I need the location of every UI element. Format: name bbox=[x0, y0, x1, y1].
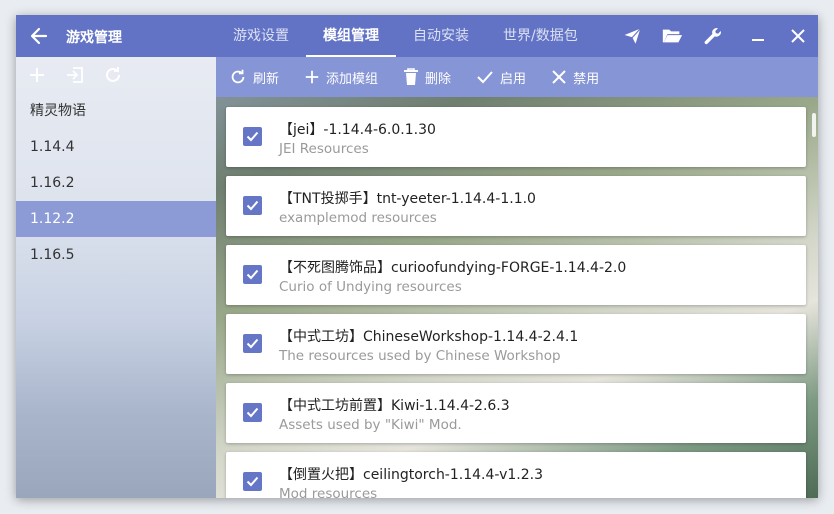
refresh-icon bbox=[106, 67, 120, 82]
mod-title: 【倒置火把】ceilingtorch-1.14.4-v1.2.3 bbox=[279, 467, 543, 483]
mod-item[interactable]: 【中式工坊】ChineseWorkshop-1.14.4-2.4.1 The r… bbox=[226, 314, 806, 374]
trash-icon bbox=[404, 68, 419, 85]
refresh-icon bbox=[231, 69, 245, 84]
mod-description: Curio of Undying resources bbox=[279, 279, 462, 295]
add-icon bbox=[305, 70, 319, 84]
add-mod-button[interactable]: 添加模组 bbox=[291, 57, 390, 97]
enable-label: 启用 bbox=[500, 71, 527, 87]
import-button[interactable] bbox=[64, 64, 86, 86]
mod-checkbox[interactable] bbox=[243, 127, 262, 146]
checkmark-icon bbox=[246, 131, 259, 142]
mod-panel: 刷新 添加模组 删除 启用 禁用 【jei】-1.14.4-6.0.1.30 J… bbox=[216, 57, 818, 498]
import-icon bbox=[67, 67, 83, 83]
sidebar-item-1-16-5[interactable]: 1.16.5 bbox=[16, 237, 216, 273]
x-icon bbox=[552, 70, 566, 84]
mod-title: 【不死图腾饰品】curioofundying-FORGE-1.14.4-2.0 bbox=[279, 260, 627, 276]
refresh-label: 刷新 bbox=[253, 71, 280, 87]
mod-checkbox[interactable] bbox=[243, 265, 262, 284]
minimize-button[interactable] bbox=[744, 22, 772, 50]
mod-item[interactable]: 【TNT投掷手】tnt-yeeter-1.14.4-1.1.0 examplem… bbox=[226, 176, 806, 236]
sidebar-toolbar bbox=[16, 57, 216, 93]
disable-label: 禁用 bbox=[573, 71, 600, 87]
mod-item[interactable]: 【中式工坊前置】Kiwi-1.14.4-2.6.3 Assets used by… bbox=[226, 383, 806, 443]
back-button[interactable] bbox=[26, 23, 52, 49]
tab-bar: 游戏设置 模组管理 自动安装 世界/数据包 bbox=[216, 15, 595, 57]
checkmark-icon bbox=[246, 338, 259, 349]
mod-title: 【jei】-1.14.4-6.0.1.30 bbox=[279, 122, 436, 138]
mod-toolbar: 刷新 添加模组 删除 启用 禁用 bbox=[216, 57, 818, 97]
add-icon bbox=[30, 68, 44, 82]
disable-button[interactable]: 禁用 bbox=[538, 57, 611, 97]
sidebar-item-1-16-2[interactable]: 1.16.2 bbox=[16, 165, 216, 201]
app-title: 游戏管理 bbox=[66, 30, 122, 46]
mod-checkbox[interactable] bbox=[243, 196, 262, 215]
mod-title: 【中式工坊前置】Kiwi-1.14.4-2.6.3 bbox=[279, 398, 510, 414]
mod-title: 【中式工坊】ChineseWorkshop-1.14.4-2.4.1 bbox=[279, 329, 579, 345]
close-button[interactable] bbox=[784, 22, 812, 50]
enable-button[interactable]: 启用 bbox=[463, 57, 538, 97]
launcher-window: 游戏管理 游戏设置 模组管理 自动安装 世界/数据包 精灵物语 1.14.4 1… bbox=[16, 15, 818, 498]
mod-item[interactable]: 【不死图腾饰品】curioofundying-FORGE-1.14.4-2.0 … bbox=[226, 245, 806, 305]
mod-checkbox[interactable] bbox=[243, 472, 262, 491]
checkmark-icon bbox=[477, 71, 493, 84]
folder-icon bbox=[662, 29, 683, 43]
paper-plane-button[interactable] bbox=[618, 22, 646, 50]
mod-description: The resources used by Chinese Workshop bbox=[279, 348, 561, 364]
open-folder-button[interactable] bbox=[658, 22, 686, 50]
checkmark-icon bbox=[246, 407, 259, 418]
refresh-button[interactable]: 刷新 bbox=[216, 57, 291, 97]
checkmark-icon bbox=[246, 200, 259, 211]
tab-game-settings[interactable]: 游戏设置 bbox=[216, 15, 306, 57]
tab-worlds-datapacks[interactable]: 世界/数据包 bbox=[486, 15, 595, 57]
delete-button[interactable]: 删除 bbox=[390, 57, 463, 97]
add-mod-label: 添加模组 bbox=[326, 71, 379, 87]
settings-wrench-button[interactable] bbox=[699, 22, 727, 50]
tab-auto-install[interactable]: 自动安装 bbox=[396, 15, 486, 57]
sidebar-item-1-14-4[interactable]: 1.14.4 bbox=[16, 129, 216, 165]
scrollbar-thumb[interactable] bbox=[812, 113, 816, 137]
arrow-left-icon bbox=[30, 27, 48, 45]
minimize-icon bbox=[752, 39, 764, 41]
paper-plane-icon bbox=[622, 27, 642, 46]
mod-description: JEI Resources bbox=[279, 141, 369, 157]
refresh-list-button[interactable] bbox=[102, 64, 124, 86]
wrench-icon bbox=[704, 28, 721, 45]
mod-item[interactable]: 【jei】-1.14.4-6.0.1.30 JEI Resources bbox=[226, 107, 806, 167]
mod-list: 【jei】-1.14.4-6.0.1.30 JEI Resources 【TNT… bbox=[226, 107, 806, 498]
tab-mod-management[interactable]: 模组管理 bbox=[306, 15, 396, 57]
mod-checkbox[interactable] bbox=[243, 403, 262, 422]
close-icon bbox=[791, 29, 805, 43]
checkmark-icon bbox=[246, 269, 259, 280]
delete-label: 删除 bbox=[425, 71, 452, 87]
sidebar-item-jingling-wuyu[interactable]: 精灵物语 bbox=[16, 93, 216, 129]
mod-description: examplemod resources bbox=[279, 210, 437, 226]
mod-item[interactable]: 【倒置火把】ceilingtorch-1.14.4-v1.2.3 Mod res… bbox=[226, 452, 806, 498]
checkmark-icon bbox=[246, 476, 259, 487]
mod-title: 【TNT投掷手】tnt-yeeter-1.14.4-1.1.0 bbox=[279, 191, 536, 207]
mod-checkbox[interactable] bbox=[243, 334, 262, 353]
mod-description: Mod resources bbox=[279, 486, 378, 498]
add-instance-button[interactable] bbox=[26, 64, 48, 86]
title-bar: 游戏管理 游戏设置 模组管理 自动安装 世界/数据包 bbox=[16, 15, 818, 57]
sidebar-item-1-12-2[interactable]: 1.12.2 bbox=[16, 201, 216, 237]
mod-description: Assets used by "Kiwi" Mod. bbox=[279, 417, 462, 433]
sidebar: 精灵物语 1.14.4 1.16.2 1.12.2 1.16.5 bbox=[16, 57, 216, 498]
